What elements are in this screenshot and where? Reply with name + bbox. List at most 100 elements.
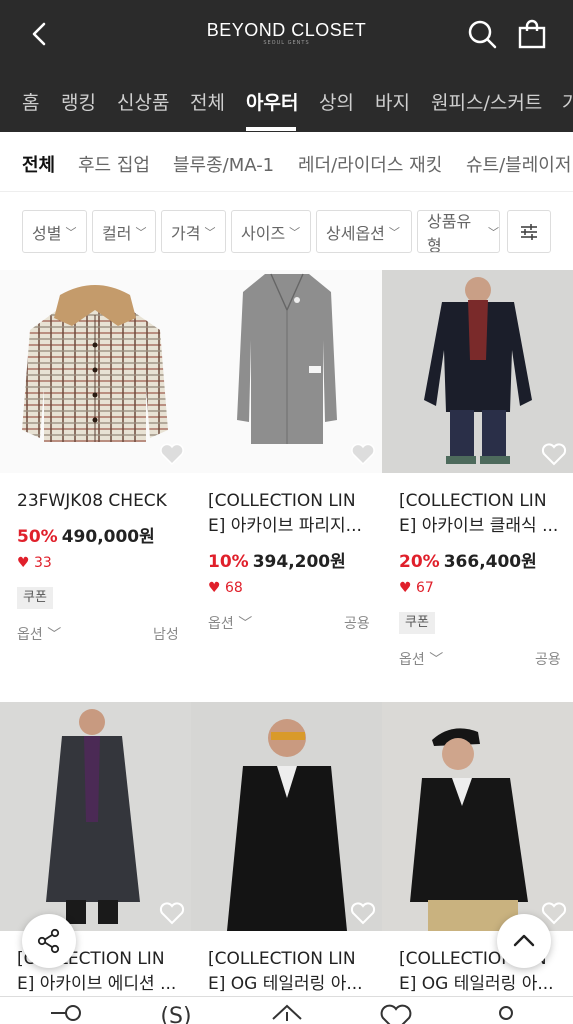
filter-label: 가격 [171, 223, 201, 243]
product-name[interactable]: [COLLECTION LIN E] OG 테일러링 아... [208, 947, 373, 997]
header-row: BEYOND CLOSET SEOUL GENTS [0, 0, 573, 70]
filter-gender[interactable]: 성별 ﹀ [22, 210, 87, 253]
chevron-down-icon: ﹀ [135, 225, 147, 239]
chevron-down-icon: ﹀ [47, 627, 62, 643]
active-tab-indicator [246, 127, 296, 131]
subtab-hood-zipup[interactable]: 후드 집업 [78, 151, 150, 177]
product-name-line: E] OG 테일러링 아... [399, 974, 554, 994]
price-value: 394,200원 [252, 552, 346, 572]
like-count: ♥ 67 [399, 580, 434, 596]
subtab-blouson[interactable]: 블루종/MA-1 [173, 151, 274, 177]
subcategory-tabs: 전체 후드 집업 블루종/MA-1 레더/라이더스 재킷 슈트/블레이저 [0, 132, 573, 192]
search-icon[interactable] [466, 18, 498, 50]
scroll-top-button[interactable] [497, 914, 551, 968]
product-price: 50% 490,000원 [17, 522, 155, 547]
chevron-down-icon: ﹀ [289, 225, 301, 239]
product-name-line: [COLLECTION LIN [208, 949, 356, 969]
tab-home[interactable]: 홈 [22, 88, 39, 115]
product-card[interactable]: [COLLECTION LIN E] 아카이브 클래식 ... 20% 366,40… [382, 270, 573, 700]
share-icon [37, 928, 60, 954]
product-name[interactable]: [COLLECTION LIN E] 아카이브 파리지... [208, 489, 373, 539]
share-button[interactable] [22, 914, 76, 968]
wishlist-heart-icon[interactable] [350, 442, 376, 466]
product-name-line: E] 아카이브 파리지... [208, 516, 362, 536]
style-icon[interactable]: (S) [158, 1003, 194, 1024]
bottom-navigation: (S) [0, 996, 573, 1024]
product-image[interactable] [382, 702, 573, 931]
like-count-value: 68 [225, 580, 243, 596]
wishlist-heart-icon[interactable] [159, 442, 185, 466]
tab-more[interactable]: 가 [562, 88, 573, 115]
tab-dress-skirt[interactable]: 원피스/스커트 [431, 88, 542, 115]
product-price: 10% 394,200원 [208, 547, 346, 572]
filter-label: 컬러 [102, 223, 132, 243]
price-value: 490,000원 [61, 527, 155, 547]
wishlist-heart-icon[interactable] [541, 901, 567, 925]
profile-icon[interactable] [488, 1003, 524, 1024]
tab-ranking[interactable]: 랭킹 [61, 88, 96, 115]
option-label: 옵션 [208, 616, 234, 632]
filter-price[interactable]: 가격 ﹀ [161, 210, 226, 253]
product-name-line: E] OG 테일러링 아... [208, 974, 363, 994]
option-label: 옵션 [399, 652, 425, 668]
product-image[interactable] [191, 702, 382, 931]
chevron-down-icon: ﹀ [388, 225, 400, 239]
product-image[interactable] [0, 702, 191, 931]
heart-icon[interactable] [378, 1003, 414, 1024]
app-header: BEYOND CLOSET SEOUL GENTS 홈 랭킹 신상품 전체 아우… [0, 0, 573, 132]
menu-search-icon[interactable] [49, 1003, 85, 1024]
product-card[interactable]: [COLLECTION LIN E] 아카이브 파리지... 10% 394,200… [191, 270, 382, 700]
home-icon[interactable] [269, 1003, 305, 1024]
like-count-value: 33 [34, 555, 52, 571]
gender-label: 공용 [344, 616, 370, 632]
filter-label: 사이즈 [241, 223, 286, 243]
wishlist-heart-icon[interactable] [541, 442, 567, 466]
product-name-line: E] 아카이브 에디션 ... [17, 974, 177, 994]
product-price: 20% 366,400원 [399, 547, 537, 572]
like-count-value: 67 [416, 580, 434, 596]
tab-tops[interactable]: 상의 [319, 88, 354, 115]
discount-rate: 50% [17, 527, 58, 547]
svg-text:(S): (S) [160, 1004, 191, 1024]
chevron-down-icon: ﹀ [488, 225, 499, 239]
product-name-line: [COLLECTION LIN [399, 491, 547, 511]
subtab-all[interactable]: 전체 [22, 151, 55, 177]
like-count: ♥ 33 [17, 555, 52, 571]
wishlist-heart-icon[interactable] [159, 901, 185, 925]
tab-new[interactable]: 신상품 [117, 88, 169, 115]
filter-bar: 성별 ﹀ 컬러 ﹀ 가격 ﹀ 사이즈 ﹀ 상세옵션 ﹀ 상품유형 ﹀ [0, 192, 573, 270]
chevron-down-icon: ﹀ [429, 652, 444, 668]
product-card[interactable]: 23FWJK08 CHECK 50% 490,000원 ♥ 33 쿠폰 옵션 ﹀ … [0, 270, 191, 700]
filter-product-type[interactable]: 상품유형 ﹀ [417, 210, 500, 253]
filter-settings-button[interactable] [507, 210, 551, 253]
discount-rate: 20% [399, 552, 440, 572]
wishlist-heart-icon[interactable] [350, 901, 376, 925]
tab-all[interactable]: 전체 [190, 88, 225, 115]
filter-size[interactable]: 사이즈 ﹀ [231, 210, 311, 253]
filter-detail-options[interactable]: 상세옵션 ﹀ [316, 210, 412, 253]
gender-label: 공용 [535, 652, 561, 668]
filter-label: 상품유형 [427, 211, 472, 253]
chevron-down-icon: ﹀ [65, 225, 77, 239]
product-name-line: [COLLECTION LIN [208, 491, 356, 511]
product-name[interactable]: 23FWJK08 CHECK [17, 489, 182, 514]
option-dropdown[interactable]: 옵션 ﹀ [17, 624, 61, 644]
product-name[interactable]: [COLLECTION LIN E] 아카이브 클래식 ... [399, 489, 564, 539]
gender-label: 남성 [153, 627, 179, 643]
coupon-badge: 쿠폰 [17, 587, 53, 609]
coupon-badge: 쿠폰 [399, 612, 435, 634]
option-dropdown[interactable]: 옵션 ﹀ [399, 649, 443, 669]
option-dropdown[interactable]: 옵션 ﹀ [208, 613, 252, 633]
product-card[interactable]: [COLLECTION LIN E] OG 테일러링 아... [191, 702, 382, 996]
like-count: ♥ 68 [208, 580, 243, 596]
subtab-suit-blazer[interactable]: 슈트/블레이저 [466, 151, 571, 177]
filter-color[interactable]: 컬러 ﹀ [92, 210, 156, 253]
discount-rate: 10% [208, 552, 249, 572]
product-name-line: E] 아카이브 클래식 ... [399, 516, 559, 536]
shopping-bag-icon[interactable] [516, 18, 548, 50]
filter-label: 상세옵션 [326, 223, 385, 243]
tab-outer[interactable]: 아우터 [246, 88, 298, 115]
option-label: 옵션 [17, 627, 43, 643]
tab-pants[interactable]: 바지 [375, 88, 410, 115]
subtab-leather-riders[interactable]: 레더/라이더스 재킷 [298, 151, 442, 177]
